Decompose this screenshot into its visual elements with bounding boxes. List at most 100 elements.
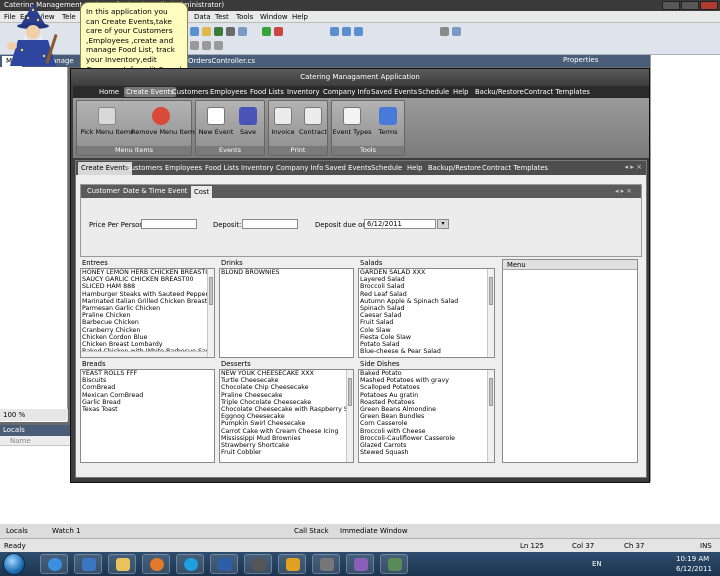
taskbar-skype[interactable] xyxy=(176,554,204,574)
list-item[interactable]: Marinated Italian Grilled Chicken Breast xyxy=(81,298,214,305)
list-item[interactable]: Praline Chicken xyxy=(81,312,214,319)
subtab-controls[interactable]: ◂ ▸ × xyxy=(615,187,632,195)
selected-menu-panel[interactable]: Menu xyxy=(502,259,638,463)
list-item[interactable]: SAUCY GARLIC CHICKEN BREAST00 xyxy=(81,276,214,283)
entrees-listbox[interactable]: HONEY LEMON HERB CHICKEN BREASTGG SAUCY … xyxy=(80,268,215,358)
list-item[interactable]: Chicken Breast Lombardy xyxy=(81,341,214,348)
list-item[interactable]: SLICED HAM 888 xyxy=(81,283,214,290)
ide-menu-test[interactable]: Test xyxy=(215,13,229,21)
list-item[interactable]: Stewed Squash xyxy=(359,449,494,456)
list-item[interactable]: Biscuits xyxy=(81,377,214,384)
tab-inventory[interactable]: Inventory xyxy=(241,164,273,172)
minimize-button[interactable] xyxy=(662,1,680,10)
list-item[interactable]: Green Bean Bundles xyxy=(359,413,494,420)
list-item[interactable]: Strawberry Shortcake xyxy=(220,442,353,449)
list-item[interactable]: Mexican CornBread xyxy=(81,392,214,399)
start-debug-icon[interactable] xyxy=(262,27,271,36)
tab-orders-controller[interactable]: OrdersController.cs xyxy=(184,56,259,67)
list-item[interactable]: NEW YOUK CHEESECAKE XXX xyxy=(220,370,353,377)
menu-company-info[interactable]: Company Info xyxy=(323,88,370,96)
pick-menu-items-button[interactable]: Pick Menu Items xyxy=(77,105,137,143)
tab-immediate[interactable]: Immediate Window xyxy=(340,527,408,535)
drinks-listbox[interactable]: BLOND BROWNIES xyxy=(219,268,354,358)
copy-icon[interactable] xyxy=(238,27,247,36)
tab-locals[interactable]: Locals xyxy=(6,527,28,535)
menu-saved-events[interactable]: Saved Events xyxy=(371,88,417,96)
taskbar-word[interactable] xyxy=(210,554,238,574)
list-item[interactable]: GARDEN SALAD XXX xyxy=(359,269,494,276)
step-out-icon[interactable] xyxy=(354,27,363,36)
tab-strip-controls[interactable]: ◂ ▸ × xyxy=(625,163,642,171)
side-dishes-listbox[interactable]: Baked Potato Mashed Potatoes with gravy … xyxy=(358,369,495,463)
list-item[interactable]: Caesar Salad xyxy=(359,312,494,319)
code-editor-pane[interactable] xyxy=(0,67,68,422)
ide-menu-tools[interactable]: Tools xyxy=(236,13,253,21)
list-item[interactable]: Mississippi Mud Brownies xyxy=(220,435,353,442)
zoom-level[interactable]: 100 % xyxy=(0,409,68,421)
tab-schedule[interactable]: Schedule xyxy=(371,164,402,172)
list-item[interactable]: Fruit Salad xyxy=(359,319,494,326)
list-item[interactable]: Parmesan Garlic Chicken xyxy=(81,305,214,312)
deposit-due-date-picker[interactable]: 6/12/2011 xyxy=(364,219,436,229)
list-item[interactable]: Red Leaf Salad xyxy=(359,291,494,298)
menu-contract-templates[interactable]: Contract Templates xyxy=(524,88,590,96)
find-icon[interactable] xyxy=(440,27,449,36)
ide-menu-help[interactable]: Help xyxy=(292,13,308,21)
list-item[interactable]: Roasted Potatoes xyxy=(359,399,494,406)
subtab-date-time[interactable]: Date & Time xyxy=(123,187,166,195)
new-project-icon[interactable] xyxy=(190,27,199,36)
subtab-event[interactable]: Event xyxy=(168,187,187,195)
list-item[interactable]: Texas Toast xyxy=(81,406,214,413)
uncomment-icon[interactable] xyxy=(202,41,211,50)
ide-menu-window[interactable]: Window xyxy=(260,13,288,21)
tab-company-info[interactable]: Company Info xyxy=(276,164,323,172)
tab-create-events[interactable]: Create Events xyxy=(78,162,132,175)
list-item[interactable]: Broccoli with Cheese xyxy=(359,428,494,435)
cut-icon[interactable] xyxy=(226,27,235,36)
list-item[interactable]: Fiesta Cole Slaw xyxy=(359,334,494,341)
stop-debug-icon[interactable] xyxy=(274,27,283,36)
taskbar-outlook[interactable] xyxy=(278,554,306,574)
terms-button[interactable]: Terms xyxy=(358,105,418,143)
list-item[interactable]: Baked Potato xyxy=(359,370,494,377)
list-item[interactable]: Corn Casserole xyxy=(359,420,494,427)
close-button[interactable] xyxy=(700,1,718,10)
tab-saved-events[interactable]: Saved Events xyxy=(325,164,371,172)
step-over-icon[interactable] xyxy=(330,27,339,36)
list-item[interactable]: Turtle Cheesecake xyxy=(220,377,353,384)
list-item[interactable]: Potato Salad xyxy=(359,341,494,348)
tab-food-lists[interactable]: Food Lists xyxy=(205,164,239,172)
list-item[interactable]: Layered Salad xyxy=(359,276,494,283)
tab-callstack[interactable]: Call Stack xyxy=(294,527,329,535)
step-into-icon[interactable] xyxy=(342,27,351,36)
scroll-thumb[interactable] xyxy=(209,277,213,305)
scroll-thumb[interactable] xyxy=(348,378,352,406)
salads-listbox[interactable]: GARDEN SALAD XXX Layered Salad Broccoli … xyxy=(358,268,495,358)
maximize-button[interactable] xyxy=(681,1,699,10)
list-item[interactable]: Mashed Potatoes with gravy xyxy=(359,377,494,384)
tab-employees[interactable]: Employees xyxy=(165,164,202,172)
tab-backup-restore[interactable]: Backup/Restore xyxy=(428,164,481,172)
menu-backup-restore[interactable]: Backu/Restore xyxy=(475,88,524,96)
entrees-scrollbar[interactable] xyxy=(207,269,214,357)
entrees-hscrollbar[interactable] xyxy=(81,351,207,357)
menu-schedule[interactable]: Schedule xyxy=(418,88,449,96)
list-item[interactable]: Autumn Apple & Spinach Salad xyxy=(359,298,494,305)
subtab-cost[interactable]: Cost xyxy=(191,186,213,198)
clock-time[interactable]: 10:19 AM xyxy=(676,555,709,563)
menu-inventory[interactable]: Inventory xyxy=(287,88,319,96)
list-item[interactable]: Barbecue Chicken xyxy=(81,319,214,326)
list-item[interactable]: Glazed Carrots xyxy=(359,442,494,449)
language-indicator[interactable]: EN xyxy=(592,560,602,568)
properties-icon[interactable] xyxy=(452,27,461,36)
taskbar-ie[interactable] xyxy=(40,554,68,574)
taskbar-explorer[interactable] xyxy=(108,554,136,574)
side-dishes-scrollbar[interactable] xyxy=(487,370,494,462)
save-icon[interactable] xyxy=(214,27,223,36)
list-item[interactable]: CornBread xyxy=(81,384,214,391)
remove-menu-items-button[interactable]: Remove Menu Items xyxy=(131,105,198,143)
taskbar-app1[interactable] xyxy=(244,554,272,574)
calendar-dropdown-icon[interactable]: ▾ xyxy=(437,219,449,229)
list-item[interactable]: Pumpkin Swirl Cheesecake xyxy=(220,420,353,427)
menu-customers[interactable]: Customers xyxy=(172,88,209,96)
